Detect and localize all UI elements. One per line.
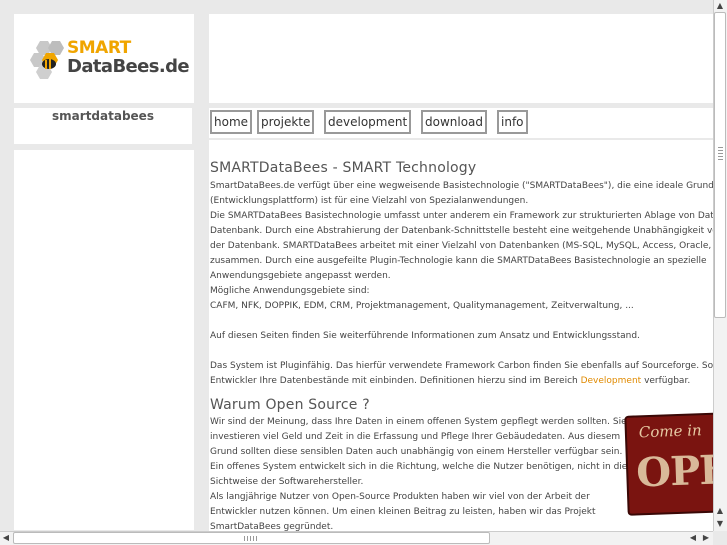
logo-text-smart: SMART (67, 38, 131, 58)
text-line: zusammen. Durch eine ausgefeilte Plugin-… (210, 256, 707, 266)
scroll-right-arrow-icon[interactable]: ▶ (700, 532, 712, 544)
scrollbar-corner (713, 531, 727, 545)
nav-home-button[interactable]: home (210, 110, 253, 134)
scroll-down-arrow-icon[interactable]: ▼ (714, 518, 726, 530)
horizontal-scrollbar-thumb[interactable] (13, 532, 490, 544)
nav-development-button[interactable]: development (324, 110, 412, 134)
text-line: Mögliche Anwendungsgebiete sind: (210, 286, 370, 296)
grip-icon (244, 536, 258, 541)
logo-text-domain: DataBees.de (67, 56, 190, 77)
section-title-open-source: Warum Open Source ? (210, 397, 370, 413)
text-line: (Entwicklungsplattform) ist für eine Vie… (210, 196, 529, 206)
text-fragment: verfügbar. (644, 376, 691, 386)
text-line: Anwendungsgebiete angepasst werden. (210, 271, 391, 281)
vertical-scrollbar-thumb[interactable] (714, 12, 726, 318)
text-line: SmartDataBees gegründet. (210, 522, 334, 531)
text-line: Das System ist Pluginfähig. Das hierfür … (210, 361, 713, 371)
logo-panel: SMART DataBees.de (14, 14, 194, 103)
text-line: der Datenbank. SMARTDataBees arbeitet mi… (210, 241, 713, 251)
site-name: smartdatabees (52, 109, 154, 123)
development-link[interactable]: Development (581, 376, 642, 386)
scroll-left-arrow-icon[interactable]: ◀ (687, 532, 699, 544)
section-title-technology: SMARTDataBees - SMART Technology (210, 160, 477, 176)
text-line: CAFM, NFK, DOPPIK, EDM, CRM, Projektmana… (210, 301, 634, 311)
sign-text-open: OPE (635, 446, 713, 497)
scroll-left-arrow-icon[interactable]: ◀ (0, 532, 12, 544)
section-technology-text: SmartDataBees.de verfügt über eine wegwe… (210, 179, 713, 389)
scroll-up-arrow-icon[interactable]: ▲ (714, 505, 726, 517)
open-sign-image: Come in OPE (624, 412, 713, 516)
nav-projekte-button[interactable]: projekte (257, 110, 315, 134)
sidebar-title-panel: smartdatabees (14, 108, 192, 144)
text-line: Entwickler Ihre Datenbestände mit einbin… (210, 374, 713, 389)
header-banner (209, 14, 713, 103)
honeycomb-logo-icon (30, 41, 64, 79)
text-line: Auf diesen Seiten finden Sie weiterführe… (210, 331, 640, 341)
nav-info-button[interactable]: info (497, 110, 528, 134)
sidebar-panel (14, 150, 194, 530)
main-content: SMARTDataBees - SMART Technology SmartDa… (209, 140, 713, 531)
sign-text-come-in: Come in (638, 421, 702, 442)
nav-download-button[interactable]: download (421, 110, 488, 134)
text-line: SmartDataBees.de verfügt über eine wegwe… (210, 181, 713, 191)
grip-icon (718, 147, 723, 161)
text-line: Datenbank. Durch eine Abstrahierung der … (210, 226, 713, 236)
scroll-up-arrow-icon[interactable]: ▲ (714, 0, 726, 12)
text-fragment: Entwickler Ihre Datenbestände mit einbin… (210, 376, 578, 386)
text-line: Die SMARTDataBees Basistechnologie umfas… (210, 211, 713, 221)
